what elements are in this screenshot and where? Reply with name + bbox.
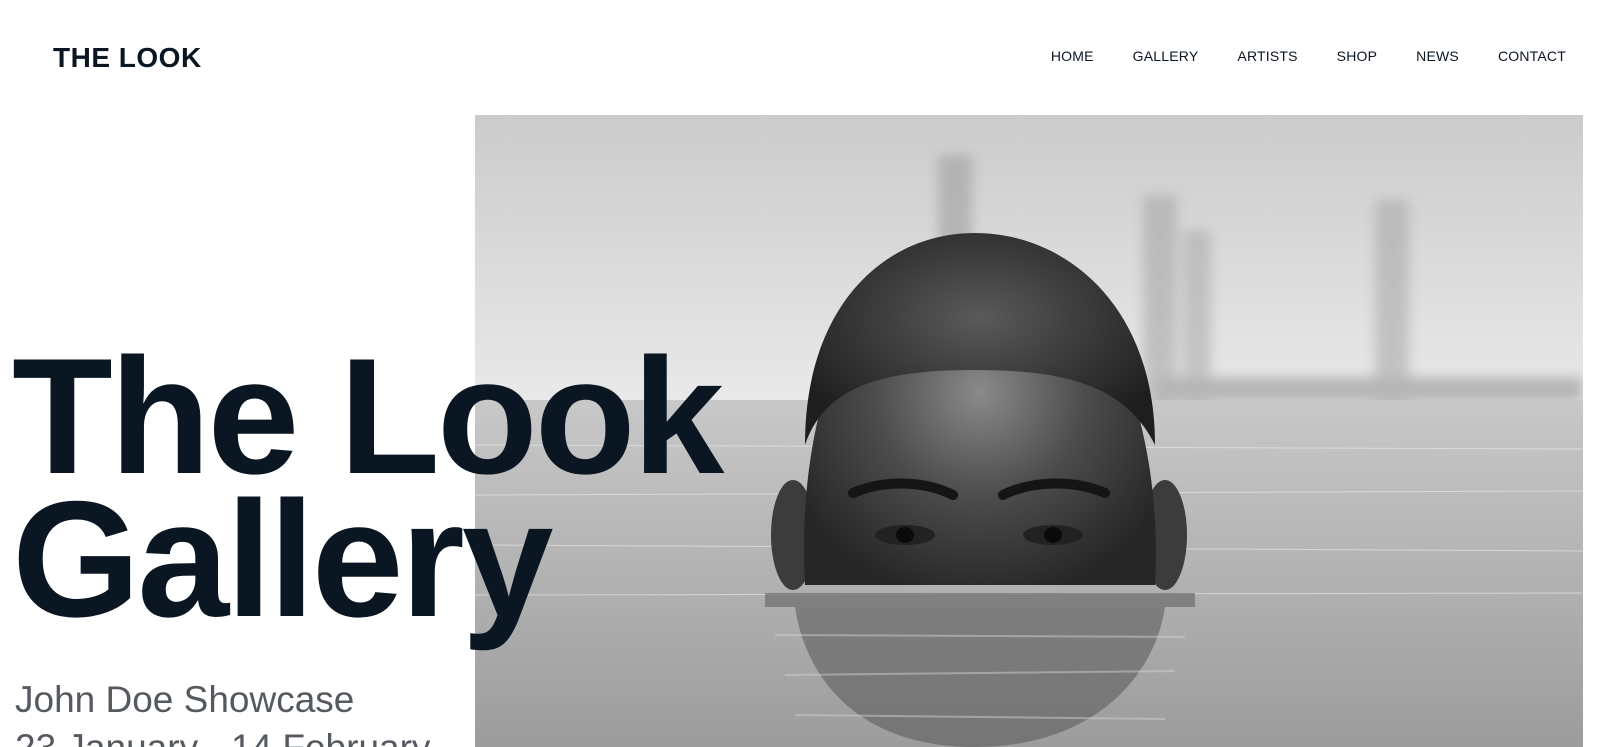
- nav-gallery[interactable]: GALLERY: [1133, 46, 1199, 66]
- showcase-name: John Doe Showcase: [15, 679, 355, 720]
- nav-shop[interactable]: SHOP: [1337, 46, 1377, 66]
- nav-contact[interactable]: CONTACT: [1498, 46, 1566, 66]
- nav-home[interactable]: HOME: [1051, 46, 1094, 66]
- page: THE LOOK HOME GALLERY ARTISTS SHOP NEWS …: [0, 0, 1600, 747]
- hero-title: The Look Gallery: [12, 334, 724, 651]
- hero-title-line-2: Gallery: [12, 467, 554, 651]
- showcase-dates: 23 January - 14 February: [15, 724, 430, 747]
- nav-artists[interactable]: ARTISTS: [1237, 46, 1297, 66]
- nav-news[interactable]: NEWS: [1416, 46, 1459, 66]
- main-nav: HOME GALLERY ARTISTS SHOP NEWS CONTACT: [1012, 46, 1566, 66]
- site-logo[interactable]: THE LOOK: [53, 40, 202, 76]
- hero-subtitle: John Doe Showcase 23 January - 14 Februa…: [15, 676, 430, 747]
